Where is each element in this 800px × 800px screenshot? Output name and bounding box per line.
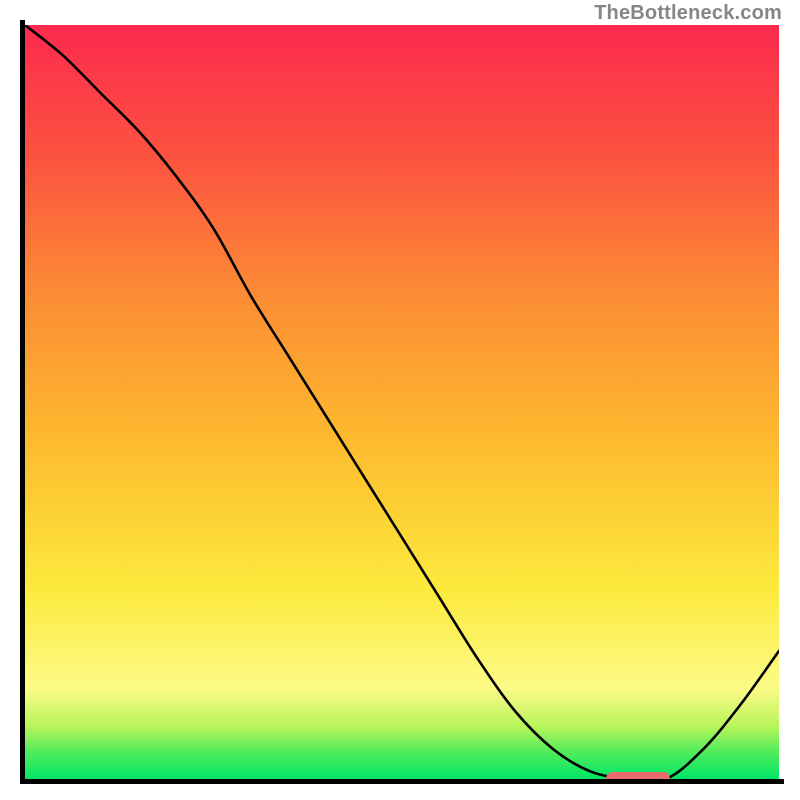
plateau-marker <box>606 772 670 779</box>
chart-frame: TheBottleneck.com <box>0 0 800 800</box>
curve-layer <box>25 25 779 779</box>
plot-area <box>25 25 779 779</box>
x-axis <box>20 779 784 784</box>
bottleneck-curve <box>25 25 779 779</box>
y-axis <box>20 20 25 784</box>
watermark-text: TheBottleneck.com <box>594 2 782 25</box>
